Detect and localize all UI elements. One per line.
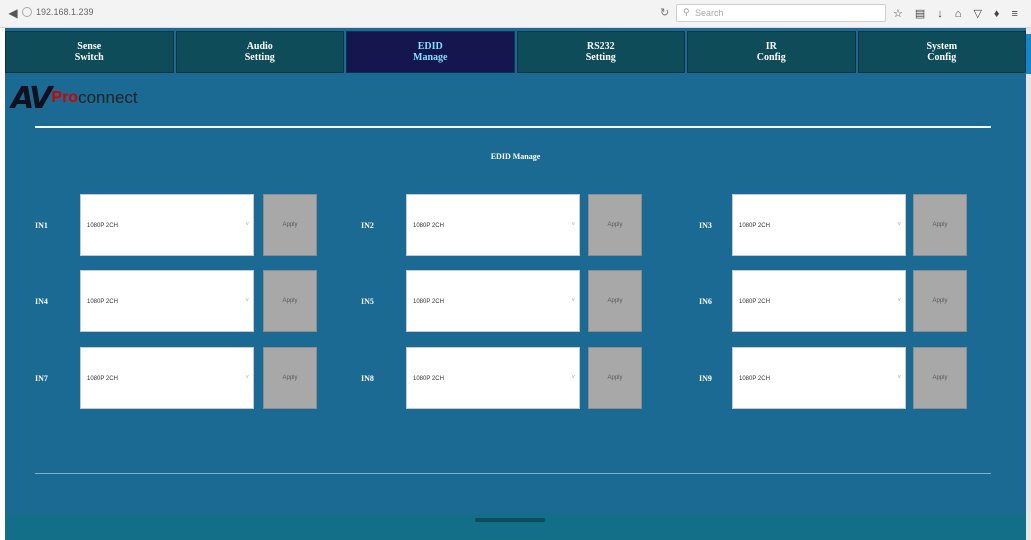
tab-ir-config[interactable]: IR Config	[687, 31, 856, 73]
apply-button-in2[interactable]: Apply	[588, 194, 642, 256]
tab-label-line1: IR	[765, 41, 777, 52]
input-label: IN1	[35, 221, 48, 230]
search-placeholder: Search	[695, 8, 724, 18]
footer-handle	[475, 518, 545, 522]
reload-icon[interactable]: ↻	[660, 6, 669, 19]
select-value: 1080P 2CH	[413, 223, 444, 229]
input-label: IN6	[699, 297, 712, 306]
select-value: 1080P 2CH	[87, 299, 118, 305]
input-label: IN3	[699, 221, 712, 230]
browser-search-input[interactable]: ⚲ Search	[676, 4, 886, 22]
section-title: EDID Manage	[490, 152, 541, 161]
chevron-down-icon: ˅	[897, 298, 901, 304]
scrollbar-thumb[interactable]	[1026, 34, 1031, 74]
home-icon[interactable]: ⌂	[955, 4, 962, 24]
edid-select-in5[interactable]: 1080P 2CH ˅	[406, 270, 580, 332]
chevron-down-icon: ˅	[897, 222, 901, 228]
apply-button-in9[interactable]: Apply	[913, 347, 967, 409]
edid-manage-page: Sense Switch Audio Setting EDID Manage RS23…	[5, 28, 1026, 540]
apply-button-in7[interactable]: Apply	[263, 347, 317, 409]
search-icon: ⚲	[683, 7, 690, 17]
tab-audio-setting[interactable]: Audio Setting	[175, 31, 344, 73]
tab-label-line1: RS232	[586, 41, 615, 52]
select-value: 1080P 2CH	[87, 223, 118, 229]
top-divider	[35, 126, 991, 128]
edid-select-in3[interactable]: 1080P 2CH ˅	[732, 194, 906, 256]
clipboard-icon[interactable]: ▤	[915, 4, 925, 24]
select-value: 1080P 2CH	[87, 376, 118, 382]
tab-label-line2: Manage	[413, 52, 448, 63]
star-icon[interactable]: ☆	[893, 4, 903, 24]
brand-logo: AV Pro connect	[11, 80, 138, 116]
apply-button-in1[interactable]: Apply	[263, 194, 317, 256]
select-value: 1080P 2CH	[413, 376, 444, 382]
bottom-divider	[35, 473, 991, 474]
input-label: IN2	[361, 221, 374, 230]
edid-select-in6[interactable]: 1080P 2CH ˅	[732, 270, 906, 332]
main-nav-tabs: Sense Switch Audio Setting EDID Manage RS23…	[5, 31, 1026, 73]
site-info-icon[interactable]	[22, 7, 32, 17]
chevron-down-icon: ˅	[571, 298, 575, 304]
chevron-down-icon: ˅	[571, 222, 575, 228]
tab-label-line1: Sense	[77, 41, 102, 52]
apply-button-in5[interactable]: Apply	[588, 270, 642, 332]
select-value: 1080P 2CH	[739, 223, 770, 229]
apply-button-in6[interactable]: Apply	[913, 270, 967, 332]
tab-sense-switch[interactable]: Sense Switch	[5, 31, 174, 73]
download-icon[interactable]: ↓	[937, 4, 943, 24]
tab-label-line1: System	[926, 41, 958, 52]
chevron-down-icon: ˅	[245, 222, 249, 228]
tab-label-line2: Setting	[585, 52, 616, 63]
edid-select-in4[interactable]: 1080P 2CH ˅	[80, 270, 254, 332]
chevron-down-icon: ˅	[245, 375, 249, 381]
edid-select-in9[interactable]: 1080P 2CH ˅	[732, 347, 906, 409]
apply-button-in3[interactable]: Apply	[913, 194, 967, 256]
scrollbar-track[interactable]	[1026, 28, 1031, 540]
tab-edid-manage[interactable]: EDID Manage	[346, 31, 515, 73]
tab-label-line1: EDID	[417, 41, 443, 52]
tab-label-line2: Setting	[244, 52, 275, 63]
tab-label-line2: Config	[927, 52, 957, 63]
logo-pro-text: Pro	[51, 89, 79, 106]
browser-toolbar: ◀ 192.168.1.239 ↻ ⚲ Search ☆ ▤ ↓ ⌂ ▽ ♦ ≡	[0, 0, 1031, 28]
select-value: 1080P 2CH	[413, 299, 444, 305]
edid-select-in7[interactable]: 1080P 2CH ˅	[80, 347, 254, 409]
extension-icon[interactable]: ♦	[994, 4, 1000, 24]
tab-label-line2: Switch	[74, 52, 104, 63]
input-label: IN7	[35, 374, 48, 383]
menu-icon[interactable]: ≡	[1012, 4, 1018, 24]
pocket-icon[interactable]: ▽	[973, 4, 981, 24]
logo-connect-text: connect	[78, 88, 138, 107]
select-value: 1080P 2CH	[739, 299, 770, 305]
chevron-down-icon: ˅	[571, 375, 575, 381]
input-label: IN8	[361, 374, 374, 383]
input-label: IN9	[699, 374, 712, 383]
chevron-down-icon: ˅	[245, 298, 249, 304]
edid-select-in2[interactable]: 1080P 2CH ˅	[406, 194, 580, 256]
url-text[interactable]: 192.168.1.239	[36, 7, 94, 17]
input-label: IN5	[361, 297, 374, 306]
tab-rs232-setting[interactable]: RS232 Setting	[516, 31, 685, 73]
input-label: IN4	[35, 297, 48, 306]
apply-button-in4[interactable]: Apply	[263, 270, 317, 332]
select-value: 1080P 2CH	[739, 376, 770, 382]
chevron-down-icon: ˅	[897, 375, 901, 381]
edid-select-in1[interactable]: 1080P 2CH ˅	[80, 194, 254, 256]
tab-label-line2: Config	[756, 52, 786, 63]
logo-av-mark: AV	[11, 80, 52, 116]
back-arrow-icon[interactable]: ◀	[6, 6, 20, 20]
apply-button-in8[interactable]: Apply	[588, 347, 642, 409]
browser-toolbar-icons: ☆ ▤ ↓ ⌂ ▽ ♦ ≡	[893, 4, 1018, 24]
tab-system-config[interactable]: System Config	[857, 31, 1026, 73]
edid-select-in8[interactable]: 1080P 2CH ˅	[406, 347, 580, 409]
tab-label-line1: Audio	[246, 41, 273, 52]
